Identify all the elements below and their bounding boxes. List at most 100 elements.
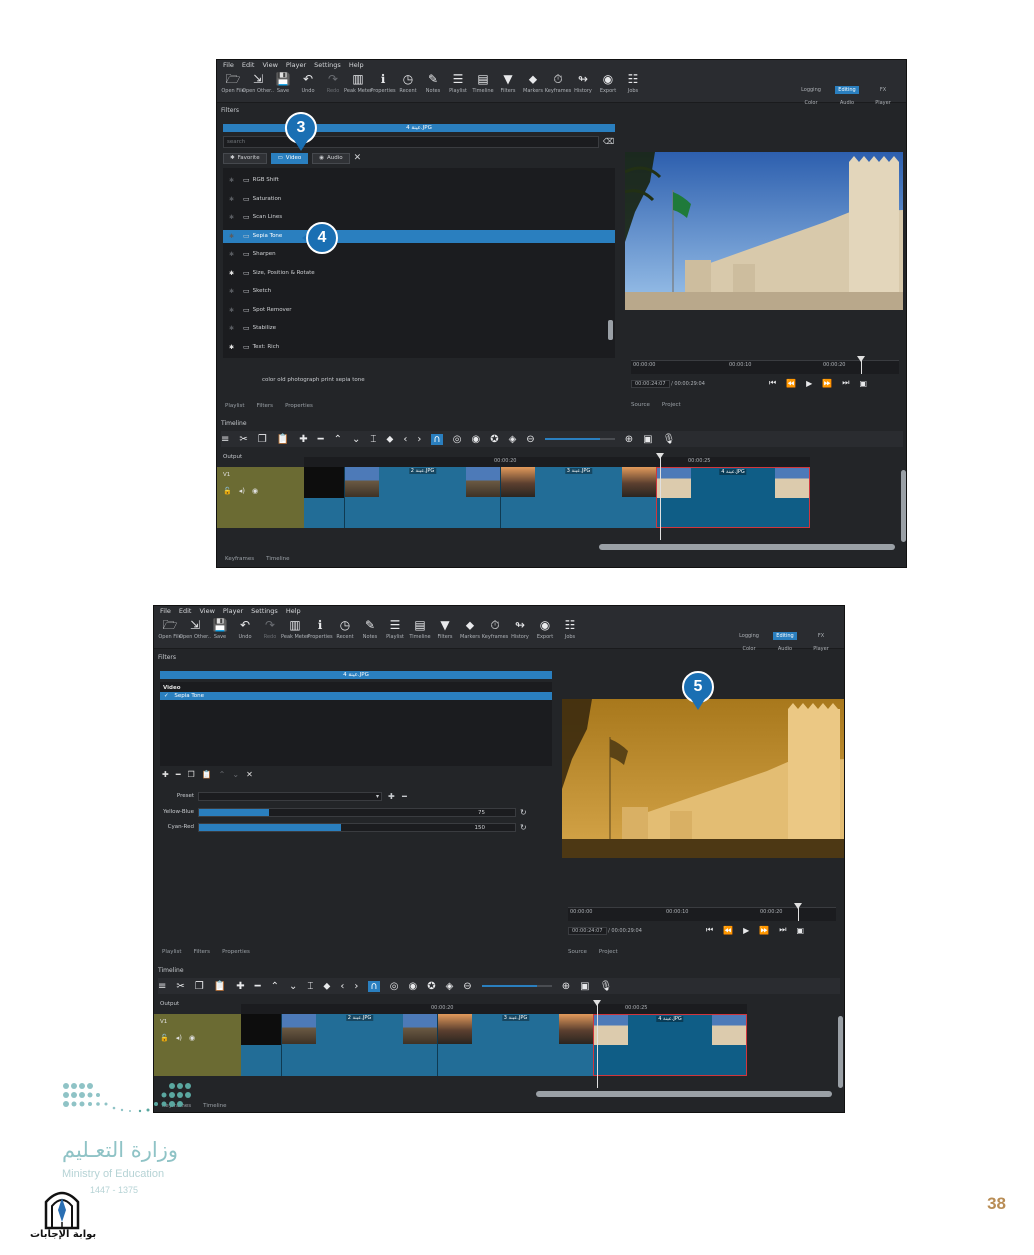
move-up-icon[interactable]: ⌃ [219,770,226,779]
reset-icon[interactable]: ↻ [520,823,527,832]
zoom-slider[interactable] [481,985,552,987]
menu-player[interactable]: Player [286,60,306,71]
overwrite-icon[interactable]: ⌄ [352,434,360,445]
favorite-star-icon[interactable]: ✱ [229,322,234,335]
timeline-clip-4[interactable]: عينة 4.JPG [656,467,810,528]
rewind-icon[interactable]: ⏪ [723,926,733,935]
layout-editing[interactable]: Editing Audio [770,632,800,652]
snap-magnet-icon[interactable]: ∩ [431,433,443,445]
play-icon[interactable]: ▶ [806,379,812,388]
favorite-star-icon[interactable]: ✱ [229,193,234,206]
tab-keyframes[interactable]: Keyframes [225,556,254,562]
favorite-star-icon[interactable]: ✱ [229,211,234,224]
grid-icon[interactable]: ▣ [860,379,868,388]
favorite-star-icon[interactable]: ✱ [229,230,234,243]
zoom-in-icon[interactable]: ⊕ [625,434,633,445]
toolbar-button-filters[interactable]: ▼ Filters [433,617,457,640]
menu-settings[interactable]: Settings [251,606,278,617]
tab-playlist[interactable]: Playlist [225,403,245,409]
toolbar-button-timeline[interactable]: ▤ Timeline [408,617,432,640]
toolbar-button-keyframes[interactable]: ⏱ Keyframes [545,71,572,94]
zoom-fit-icon[interactable]: ▣ [643,434,652,445]
append-icon[interactable]: ✚ [299,434,307,445]
timeline-ruler[interactable]: 00:00:20 00:00:25 [304,457,810,467]
filter-list-scrollbar[interactable] [608,320,613,340]
tab-source[interactable]: Source [631,402,650,408]
timecode-input[interactable]: 00:00:24:07 [568,927,607,935]
tab-source[interactable]: Source [568,949,587,955]
toolbar-button-peak-meter[interactable]: ▥ Peak Meter [281,617,309,640]
player-ruler[interactable]: 00:00:00 00:00:10 00:00:20 [631,360,899,374]
checkbox-checked-icon[interactable]: ✓ [164,693,169,699]
tab-audio[interactable]: ◉ Audio [312,153,350,164]
snap-magnet-icon[interactable]: ∩ [368,980,380,992]
record-audio-icon[interactable]: 🎙 [663,434,676,445]
filter-item-rgb-shift[interactable]: ✱ ▭ RGB Shift [223,174,615,187]
menu-view[interactable]: View [199,606,214,617]
toolbar-button-open-other[interactable]: ⇲ Open Other.. [179,617,211,640]
toolbar-button-keyframes[interactable]: ⏱ Keyframes [482,617,509,640]
toolbar-button-markers[interactable]: ⬥ Markers [458,617,482,640]
fast-forward-icon[interactable]: ⏩ [822,379,832,388]
zoom-slider[interactable] [544,438,615,440]
ripple-markers-icon[interactable]: ◈ [446,981,454,992]
ripple-icon[interactable]: ◉ [471,434,480,445]
favorite-star-icon[interactable]: ✱ [229,267,234,280]
next-marker-icon[interactable]: › [354,981,358,992]
tab-project[interactable]: Project [599,949,618,955]
reset-icon[interactable]: ↻ [520,808,527,817]
filter-search-input[interactable]: search [223,136,599,148]
toolbar-button-markers[interactable]: ⬥ Markers [521,71,545,94]
menu-edit[interactable]: Edit [179,606,192,617]
timeline-playhead[interactable] [593,1000,601,1088]
toolbar-button-playlist[interactable]: ☰ Playlist [446,71,470,94]
track-header-v1[interactable]: V1 🔓 ◂) ◉ [217,467,304,528]
zoom-out-icon[interactable]: ⊖ [526,434,534,445]
skip-end-icon[interactable]: ⏭ [842,378,849,388]
menu-file[interactable]: File [160,606,171,617]
layout-audio[interactable]: Audio [840,100,854,106]
toolbar-button-recent[interactable]: ◷ Recent [396,71,420,94]
paste-icon[interactable]: 📋 [277,434,289,445]
play-icon[interactable]: ▶ [743,926,749,935]
ripple-icon[interactable]: ◉ [408,981,417,992]
zoom-out-icon[interactable]: ⊖ [463,981,471,992]
menu-edit[interactable]: Edit [242,60,255,71]
toolbar-button-peak-meter[interactable]: ▥ Peak Meter [344,71,372,94]
menu-player[interactable]: Player [223,606,243,617]
timeline-clip-4[interactable]: عينة 4.JPG [593,1014,747,1076]
layout-color[interactable]: Color [804,100,817,106]
grid-icon[interactable]: ▣ [797,926,805,935]
copy-icon[interactable]: ❐ [258,434,267,445]
delete-preset-icon[interactable]: ━ [402,792,407,801]
layout-logging[interactable]: Logging Color [734,632,764,652]
timecode-input[interactable]: 00:00:24:07 [631,380,670,388]
filter-item-scan-lines[interactable]: ✱ ▭ Scan Lines [223,211,615,224]
layout-color[interactable]: Color [742,646,755,652]
toolbar-button-timeline[interactable]: ▤ Timeline [471,71,495,94]
layout-editing[interactable]: Editing Audio [832,86,862,106]
toolbar-button-recent[interactable]: ◷ Recent [333,617,357,640]
timeline-ruler[interactable]: 00:00:20 00:00:25 [241,1004,747,1014]
tab-playlist[interactable]: Playlist [162,949,182,955]
filter-item-sharpen[interactable]: ✱ ▭ Sharpen [223,248,615,261]
ripple-all-icon[interactable]: ✪ [427,981,435,992]
copy-icon[interactable]: ❐ [195,981,204,992]
eye-icon[interactable]: ◉ [189,1034,195,1042]
tab-properties[interactable]: Properties [222,949,250,955]
toolbar-button-jobs[interactable]: ☷ Jobs [558,617,582,640]
filter-item-stabilize[interactable]: ✱ ▭ Stabilize [223,322,615,335]
copy-filter-icon[interactable]: ❐ [188,770,195,779]
timeline-clip-3[interactable]: عينة 3.JPG [437,1014,593,1076]
scrub-icon[interactable]: ◎ [453,434,462,445]
toolbar-button-open-other[interactable]: ⇲ Open Other.. [242,71,274,94]
favorite-star-icon[interactable]: ✱ [229,341,234,354]
close-icon[interactable]: ✕ [246,770,253,779]
player-ruler[interactable]: 00:00:00 00:00:10 00:00:20 [568,907,836,921]
timeline-clip-2[interactable]: عينة 2.JPG [344,467,500,528]
toolbar-button-properties[interactable]: ℹ Properties [307,617,332,640]
clear-search-icon[interactable]: ⌫ [603,137,614,146]
timeline-vscrollbar[interactable] [901,470,906,542]
skip-start-icon[interactable]: ⏮ [769,378,776,388]
toolbar-button-save[interactable]: 💾 Save [271,71,295,94]
